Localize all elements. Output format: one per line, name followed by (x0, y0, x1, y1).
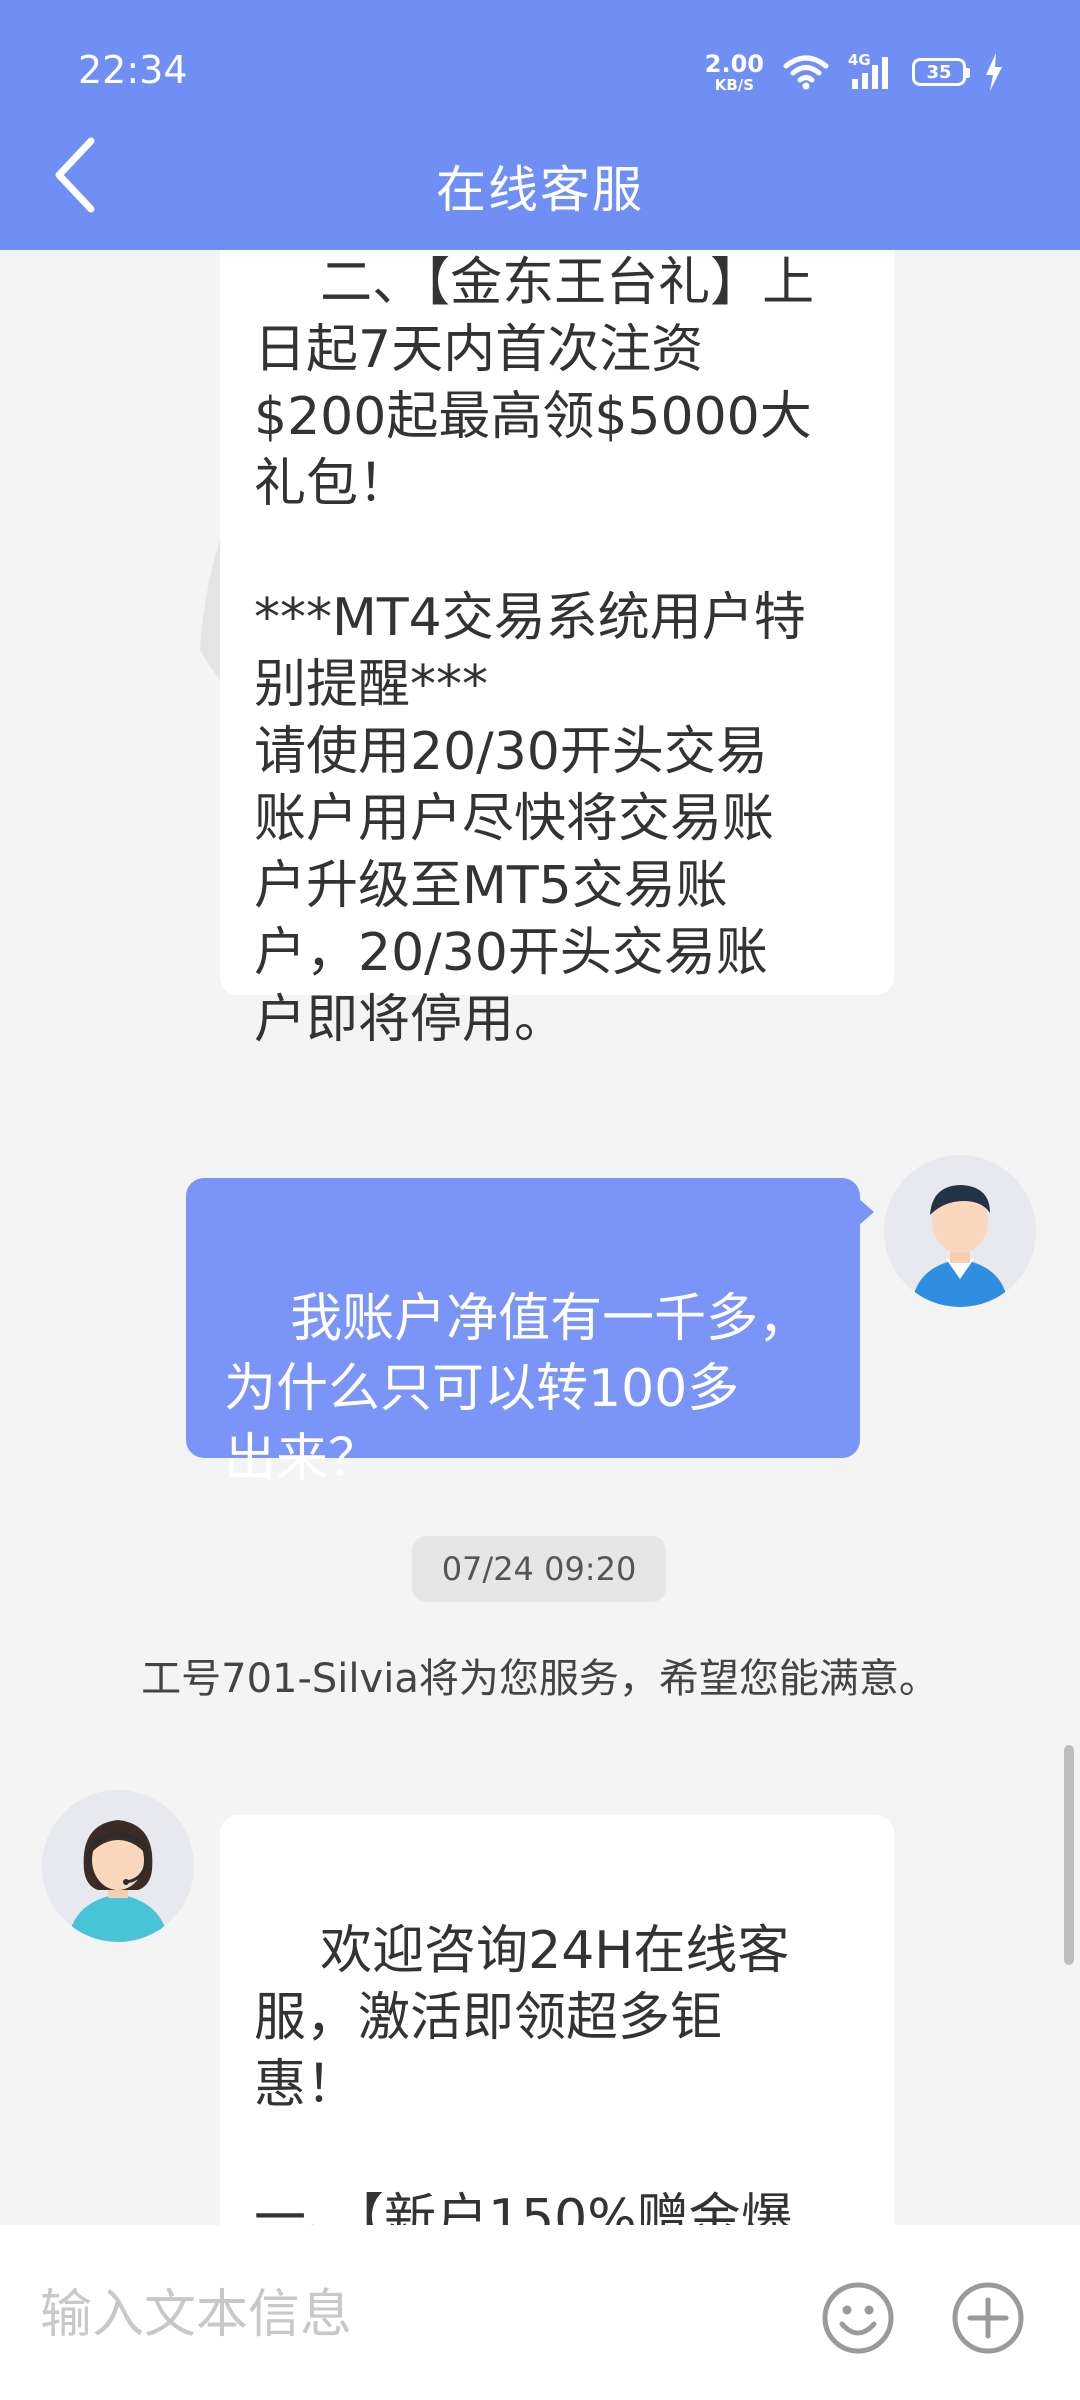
plus-circle-icon (952, 2282, 1024, 2354)
timestamp-chip: 07/24 09:20 (412, 1536, 666, 1602)
battery-icon: 35 (912, 58, 970, 86)
wifi-icon (783, 55, 829, 90)
net-speed-value: 2.00 (704, 49, 764, 78)
message-text: 我账户净值有一千多， 为什么只可以转100多 出来？ (224, 1289, 811, 1489)
page-title: 在线客服 (436, 161, 644, 219)
input-bar (0, 2225, 1080, 2400)
status-time: 22:34 (78, 48, 188, 92)
agent-avatar[interactable] (42, 1790, 194, 1942)
message-text: 欢迎咨询24H在线客 服，激活即领超多钜 惠！ 一、【新户150%赠金爆 礼】 (254, 1921, 793, 2225)
status-icons: 2.00 KB/S 4G 35 (705, 50, 1004, 94)
emoji-button[interactable] (820, 2280, 896, 2356)
message-input[interactable] (40, 2265, 780, 2365)
charging-icon (986, 53, 1002, 91)
scrollbar-thumb[interactable] (1064, 1745, 1074, 1965)
signal-icon: 4G (848, 51, 894, 91)
chat-message-incoming: 欢迎咨询24H在线客 服，激活即领超多钜 惠！ 一、【新户150%赠金爆 礼】 (220, 1815, 894, 2225)
battery-level: 35 (926, 61, 952, 83)
header-bar: 22:34 2.00 KB/S 4G 35 在线客服 (0, 0, 1080, 250)
net-speed: 2.00 KB/S (705, 52, 764, 93)
user-avatar-icon (884, 1155, 1036, 1307)
agent-avatar-icon (42, 1790, 194, 1942)
chat-message-outgoing: 我账户净值有一千多， 为什么只可以转100多 出来？ (186, 1178, 874, 1489)
net-speed-unit: KB/S (714, 75, 755, 94)
chat-area[interactable]: 二、【金东王台礼】上 日起7天内首次注资 $200起最高领$5000大 礼包！ … (0, 250, 1080, 2225)
user-avatar[interactable] (884, 1155, 1036, 1307)
add-button[interactable] (950, 2280, 1026, 2356)
emoji-icon (822, 2282, 894, 2354)
chat-message-incoming: 二、【金东王台礼】上 日起7天内首次注资 $200起最高领$5000大 礼包！ … (220, 250, 894, 1050)
message-text: 二、【金东王台礼】上 日起7天内首次注资 $200起最高领$5000大 礼包！ … (254, 253, 815, 1050)
system-message: 工号701-Silvia将为您服务，希望您能满意。 (141, 1656, 939, 1702)
